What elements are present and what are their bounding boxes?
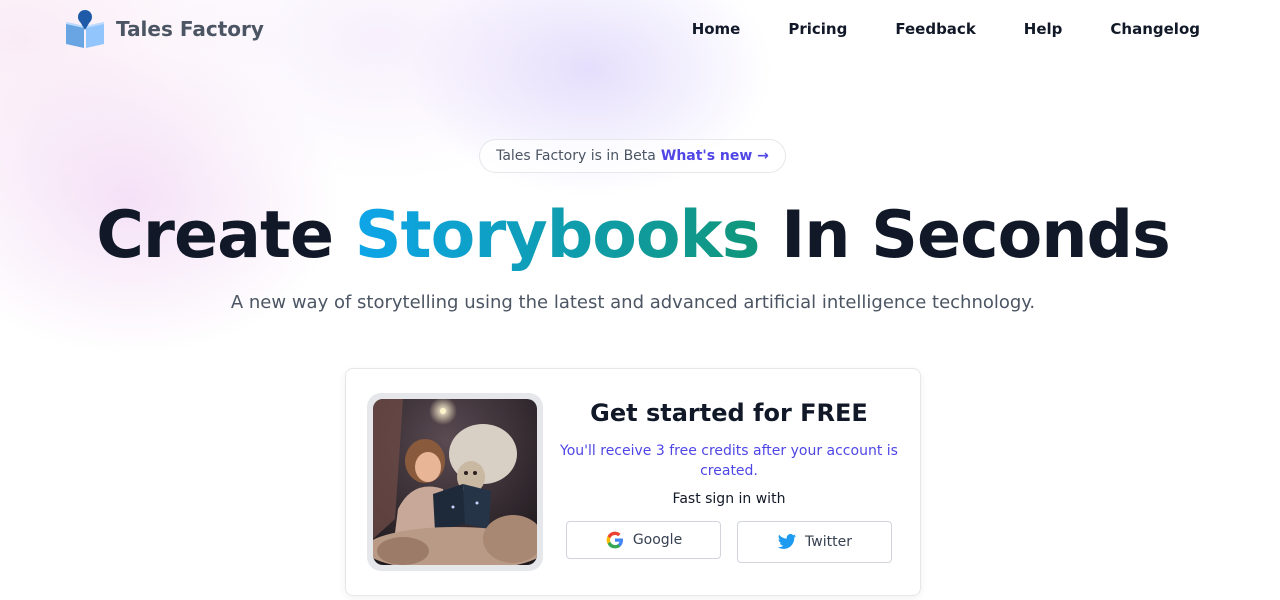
site-header: Tales Factory Home Pricing Feedback Help… — [0, 0, 1280, 60]
hero-title: Create Storybooks In Seconds — [0, 196, 1266, 276]
brand-name: Tales Factory — [116, 17, 264, 41]
beta-announcement: Tales Factory is in Beta What's new → — [479, 139, 786, 173]
nav-help[interactable]: Help — [1024, 20, 1063, 38]
nav-pricing[interactable]: Pricing — [788, 20, 847, 38]
google-label: Google — [632, 532, 683, 548]
signup-card: Get started for FREE You'll receive 3 fr… — [345, 368, 921, 596]
twitter-signin-button[interactable]: Twitter — [737, 521, 892, 563]
main-nav: Home Pricing Feedback Help Changelog — [692, 20, 1200, 38]
hero-subtitle: A new way of storytelling using the late… — [230, 292, 1036, 313]
whats-new-link[interactable]: What's new → — [661, 148, 769, 164]
beta-text: Tales Factory is in Beta — [496, 148, 656, 164]
google-signin-button[interactable]: Google — [566, 521, 721, 559]
twitter-label: Twitter — [805, 534, 852, 550]
credits-info: You'll receive 3 free credits after your… — [560, 443, 898, 479]
nav-changelog[interactable]: Changelog — [1110, 20, 1200, 38]
hero-title-post: In Seconds — [759, 198, 1171, 273]
fast-sign-label: Fast sign in with — [672, 491, 786, 507]
storybook-illustration-art — [373, 399, 537, 565]
hero-title-highlight: Storybooks — [354, 198, 761, 273]
signup-title: Get started for FREE — [590, 399, 868, 427]
signup-content: Get started for FREE You'll receive 3 fr… — [560, 399, 898, 507]
storybook-illustration — [367, 393, 543, 571]
twitter-icon — [777, 534, 797, 549]
google-icon — [606, 531, 623, 549]
nav-feedback[interactable]: Feedback — [895, 20, 975, 38]
hero-title-pre: Create — [96, 198, 355, 273]
nav-home[interactable]: Home — [692, 20, 741, 38]
book-pin-icon — [66, 10, 104, 48]
logo[interactable]: Tales Factory — [64, 8, 264, 50]
